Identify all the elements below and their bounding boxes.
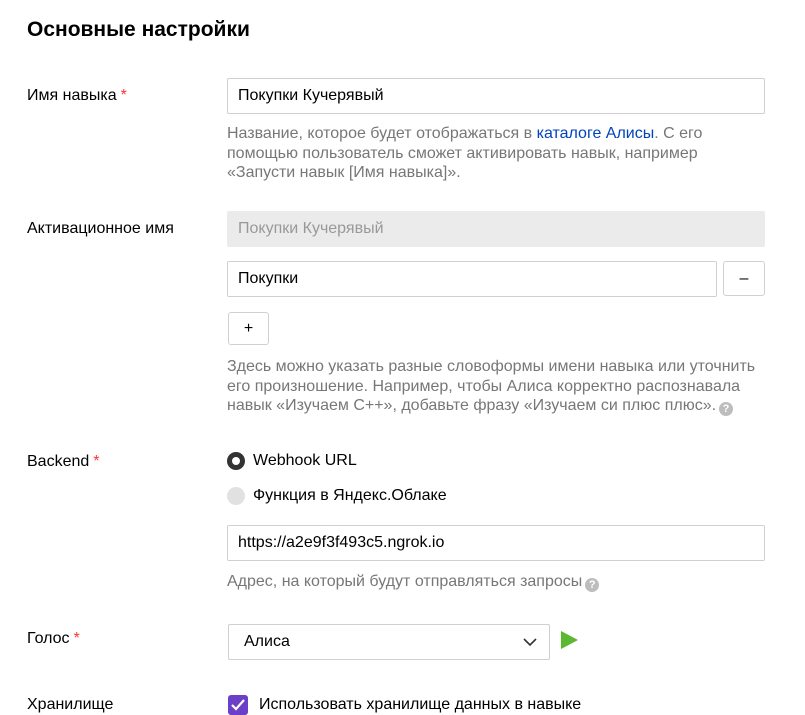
skill-name-hint-tail: . С его: [654, 125, 703, 142]
activation-name-hint: Здесь можно указать разные словоформы им…: [227, 357, 787, 416]
remove-activation-name-button[interactable]: –: [723, 261, 765, 296]
add-activation-name-button[interactable]: +: [228, 312, 269, 345]
webhook-radio-label[interactable]: Webhook URL: [253, 451, 357, 471]
help-icon[interactable]: ?: [719, 402, 734, 416]
activation-hint-line1: Здесь можно указать разные словоформы им…: [227, 358, 756, 375]
webhook-url-input[interactable]: https://a2e9f3f493c5.ngrok.io: [227, 525, 765, 561]
activation-hint-line2: его произношение. Например, чтобы Алиса …: [227, 377, 741, 395]
skill-name-label-text: Имя навыка: [27, 87, 117, 104]
skill-name-hint-line3: «Запусти навык [Имя навыка]».: [227, 164, 461, 181]
webhook-url-hint: Адрес, на который будут отправляться зап…: [227, 572, 787, 592]
backend-label-text: Backend: [27, 453, 90, 470]
voice-label: Голос *: [27, 629, 80, 649]
webhook-radio[interactable]: [227, 452, 245, 470]
storage-checkbox-label[interactable]: Использовать хранилище данных в навыке: [259, 695, 581, 715]
skill-name-hint: Название, которое будет отображаться в к…: [227, 124, 787, 183]
activation-name-disabled-input: Покупки Кучерявый: [227, 211, 765, 247]
voice-label-text: Голос: [27, 630, 70, 647]
voice-select[interactable]: Алиса: [228, 624, 550, 660]
storage-label: Хранилище: [27, 696, 114, 713]
voice-select-value: Алиса: [244, 633, 290, 650]
required-mark: *: [93, 453, 100, 470]
storage-checkbox[interactable]: [228, 695, 248, 715]
webhook-url-hint-text: Адрес, на который будут отправляться зап…: [227, 573, 583, 590]
cloud-function-radio-label[interactable]: Функция в Яндекс.Облаке: [253, 486, 447, 506]
required-mark: *: [73, 630, 80, 647]
skill-name-input[interactable]: Покупки Кучерявый: [227, 78, 765, 114]
checkmark-icon: [231, 699, 245, 711]
cloud-function-radio[interactable]: [227, 487, 245, 505]
activation-hint-line3: навык «Изучаем С++», добавьте фразу «Изу…: [227, 397, 717, 414]
chevron-down-icon: [523, 638, 537, 647]
activation-name-alt-input[interactable]: Покупки: [227, 261, 717, 297]
required-mark: *: [120, 87, 127, 104]
activation-name-label: Активационное имя: [27, 220, 174, 237]
play-icon[interactable]: [561, 631, 578, 649]
help-icon[interactable]: ?: [585, 578, 600, 592]
backend-label: Backend *: [27, 452, 100, 472]
skill-name-label: Имя навыка *: [27, 86, 127, 106]
skill-name-hint-line2: помощью пользователь сможет активировать…: [227, 144, 698, 162]
catalog-link[interactable]: каталоге Алисы: [537, 125, 655, 142]
page-title: Основные настройки: [27, 18, 250, 41]
skill-name-hint-text: Название, которое будет отображаться в: [227, 125, 537, 142]
